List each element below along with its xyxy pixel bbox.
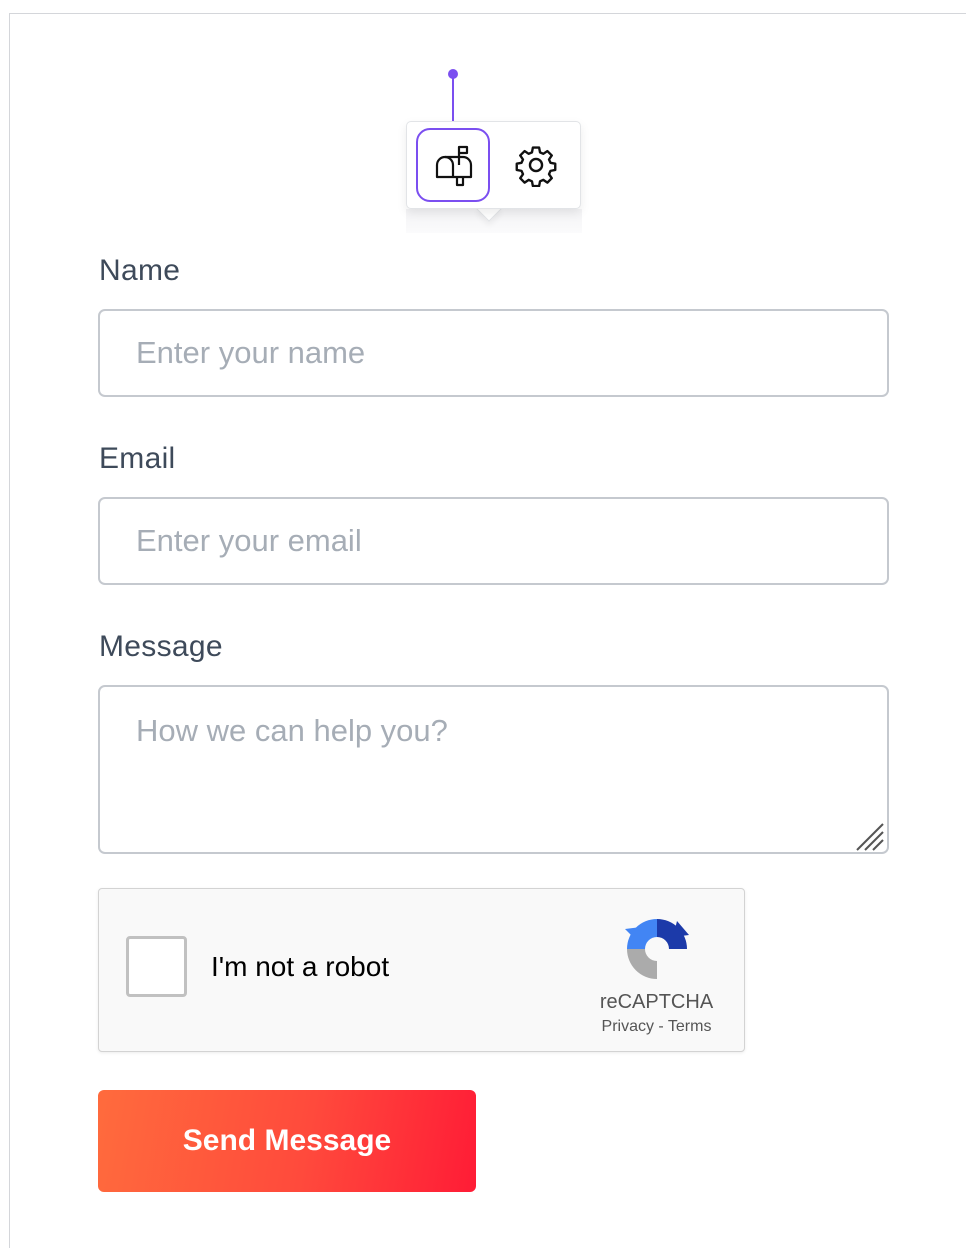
terms-link[interactable]: Terms — [668, 1018, 712, 1035]
recaptcha-label: I'm not a robot — [211, 951, 390, 982]
recaptcha-logo-icon — [625, 919, 689, 979]
links-separator: - — [653, 1018, 668, 1035]
settings-button[interactable] — [499, 128, 573, 202]
email-label: Email — [99, 442, 176, 475]
message-label: Message — [99, 630, 223, 663]
send-message-button[interactable]: Send Message — [98, 1090, 476, 1192]
privacy-link[interactable]: Privacy — [602, 1018, 654, 1035]
gear-icon — [515, 146, 557, 187]
message-textarea[interactable] — [98, 685, 889, 854]
resize-handle-icon[interactable] — [853, 820, 885, 852]
block-toolbar — [406, 121, 581, 209]
recaptcha-links: Privacy - Terms — [589, 1018, 724, 1036]
name-input[interactable] — [98, 309, 889, 397]
email-input[interactable] — [98, 497, 889, 585]
recaptcha-widget: I'm not a robot reCAPTCHA Privacy - Term… — [98, 888, 745, 1052]
toolbar-connector-dot — [448, 69, 458, 79]
recaptcha-checkbox[interactable] — [126, 936, 187, 997]
mailbox-block-button[interactable] — [416, 128, 490, 202]
mailbox-icon — [435, 145, 473, 187]
name-label: Name — [99, 254, 181, 287]
recaptcha-brand: reCAPTCHA — [599, 991, 714, 1013]
